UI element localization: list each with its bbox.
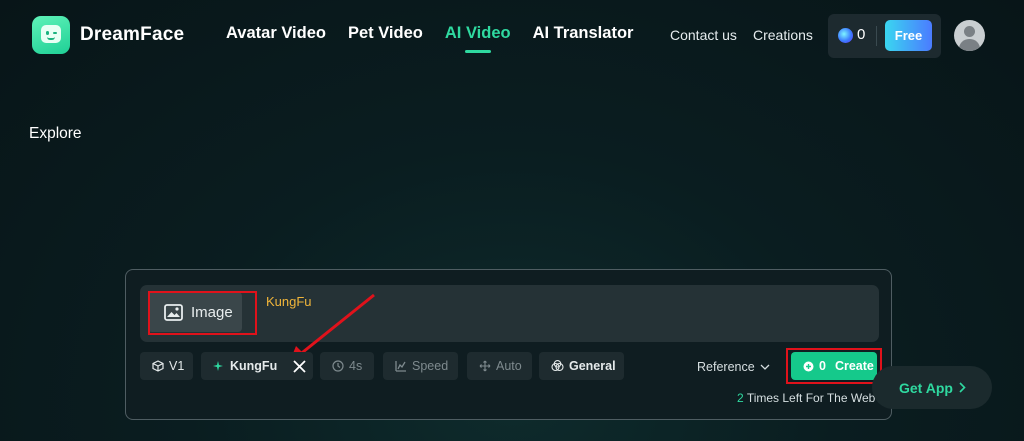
motion-chip-label: Auto [496,359,522,373]
nav-ai-translator[interactable]: AI Translator [533,24,637,43]
cube-icon [152,360,164,372]
user-avatar-icon[interactable] [954,20,985,51]
clock-icon [332,360,344,372]
reference-label: Reference [697,360,755,374]
times-left-label: Times Left For The Web [746,391,876,405]
speed-chip[interactable]: Speed [383,352,458,380]
get-app-button[interactable]: Get App [872,366,992,409]
duration-chip[interactable]: 4s [320,352,374,380]
brand-name: DreamFace [80,24,185,45]
credit-coin-icon [838,28,853,43]
chevron-down-icon [760,364,770,370]
palette-icon [551,360,564,372]
times-left-count: 2 [737,391,744,405]
reference-dropdown[interactable]: Reference [697,360,770,374]
move-icon [479,360,491,372]
create-highlight-box [786,348,882,384]
image-highlight-box [148,291,257,335]
video-composer-panel: Image KungFu V1 KungFu 4s Speed Auto Gen… [125,269,892,420]
chevron-right-icon [959,382,966,393]
effect-chip-label: KungFu [230,359,278,373]
speed-chip-label: Speed [412,359,449,373]
motion-chip[interactable]: Auto [467,352,532,380]
close-icon[interactable] [293,359,306,373]
contact-us-link[interactable]: Contact us [670,27,737,43]
duration-chip-label: 4s [349,359,363,373]
nav-avatar-video[interactable]: Avatar Video [226,24,326,43]
model-chip-label: V1 [169,359,185,373]
style-chip-label: General [569,359,616,373]
get-app-label: Get App [899,379,953,396]
dreamface-logo-icon [32,16,70,54]
top-header: DreamFace Avatar Video Pet Video AI Vide… [0,0,1024,70]
nav-pet-video[interactable]: Pet Video [348,24,423,43]
effect-chip[interactable]: KungFu [201,352,313,380]
sparkle-icon [213,361,223,371]
brand-logo[interactable]: DreamFace [32,16,184,54]
credits-divider [876,26,877,46]
credit-count: 0 [857,26,866,43]
credits-widget: 0 Free [828,14,941,58]
main-nav: Avatar Video Pet Video AI Video AI Trans… [226,24,637,53]
page-title: Explore [29,125,82,142]
style-chip[interactable]: General [539,352,624,380]
speed-icon [395,361,406,372]
model-chip[interactable]: V1 [140,352,193,380]
creations-link[interactable]: Creations [753,27,813,43]
nav-ai-video[interactable]: AI Video [445,24,511,53]
times-left-text: 2 Times Left For The Web [737,391,877,405]
free-button[interactable]: Free [885,20,932,51]
